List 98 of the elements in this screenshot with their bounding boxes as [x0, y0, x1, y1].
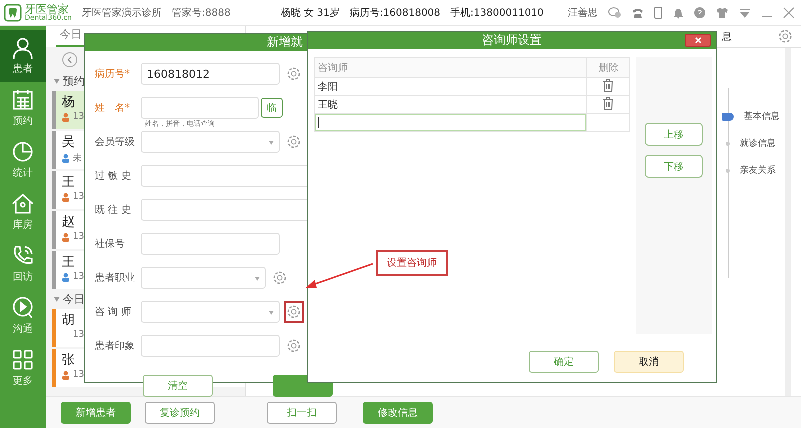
caret-icon [269, 311, 274, 315]
field-label: 咨 询 师 [95, 307, 132, 318]
patient-phone: 13 [73, 192, 84, 202]
bell-icon[interactable] [673, 6, 684, 18]
nav-item[interactable]: 回访 [0, 238, 46, 290]
field-label: 患者印象 [95, 341, 135, 352]
action-button[interactable]: 扫一扫 [267, 402, 337, 424]
tab[interactable]: 息 [722, 30, 732, 44]
phone-number: 手机:13800011010 [450, 6, 544, 20]
logo-name: 牙医管家 [25, 4, 69, 14]
field-label: 病历号* [95, 69, 130, 80]
patient-phone: 13 [73, 330, 84, 340]
step-item[interactable]: 就诊信息 [720, 137, 785, 150]
column-header: 删除 [586, 58, 630, 78]
input-field[interactable] [141, 267, 266, 289]
pie-chart-icon [11, 140, 35, 164]
patient-name: 赵 [62, 214, 76, 231]
nav-item[interactable]: 更多 [0, 342, 46, 394]
house-icon [11, 192, 35, 216]
caret-icon [255, 277, 260, 281]
trash-icon[interactable] [602, 96, 614, 110]
dropdown-icon[interactable] [739, 6, 751, 18]
table-cell[interactable]: 李阳 [314, 78, 586, 96]
close-icon[interactable] [783, 6, 795, 18]
patient-name: 张 [62, 352, 76, 369]
patient-summary: 杨晓 女 31岁 [280, 6, 340, 20]
settings-icon[interactable] [287, 339, 301, 353]
input-field[interactable] [315, 114, 586, 131]
nav-item[interactable]: 患者 [0, 30, 46, 82]
user-name[interactable]: 汪善思 [568, 6, 598, 20]
temp-button[interactable]: 临 [261, 98, 283, 118]
settings-icon[interactable] [287, 305, 301, 319]
patient-name: 胡 [62, 312, 76, 329]
ok-button[interactable]: 确定 [529, 351, 599, 373]
record-number: 病历号:160818008 [350, 6, 441, 20]
account-number: 管家号:8888 [172, 6, 231, 20]
action-button[interactable]: 新增患者 [61, 402, 131, 424]
input-field[interactable] [141, 335, 280, 357]
action-button[interactable]: 修改信息 [363, 402, 433, 424]
mobile-icon[interactable] [654, 6, 663, 18]
settings-icon[interactable] [287, 135, 301, 149]
patient-name: 杨 [62, 94, 76, 111]
group-header[interactable]: 预约 [63, 74, 85, 88]
person-icon [11, 36, 35, 60]
input-field[interactable]: 160818012 [141, 63, 280, 85]
close-icon [694, 37, 702, 44]
input-field[interactable] [141, 233, 280, 255]
clinic-name: 牙医管家演示诊所 [82, 6, 162, 20]
patient-phone: 13 [73, 112, 84, 122]
action-button[interactable]: 复诊预约 [145, 402, 215, 424]
patient-name: 王 [62, 174, 76, 191]
shirt-icon[interactable] [716, 6, 729, 18]
field-label: 社保号 [95, 239, 125, 250]
field-label: 姓 名* [95, 103, 130, 114]
field-label: 既 往 史 [95, 205, 132, 216]
nav-item[interactable]: 统计 [0, 134, 46, 186]
trash-icon[interactable] [602, 78, 614, 92]
patient-phone: 未 [73, 152, 82, 165]
input-field[interactable] [141, 301, 280, 323]
nav-item[interactable]: 预约 [0, 82, 46, 134]
patient-name: 吴 [62, 134, 76, 151]
patient-phone: 13 [73, 370, 84, 380]
clear-button[interactable]: 清空 [143, 375, 213, 397]
annotation-arrow [305, 263, 375, 291]
caret-icon [269, 141, 274, 145]
patient-phone: 13 [73, 232, 84, 242]
patient-name: 王 [62, 254, 76, 271]
patient-phone: 13 [73, 272, 84, 282]
settings-icon[interactable] [273, 271, 287, 285]
field-label: 过 敏 史 [95, 171, 132, 182]
move-down-button[interactable]: 下移 [645, 155, 703, 178]
nav-item[interactable]: 沟通 [0, 290, 46, 342]
field-label: 会员等级 [95, 137, 135, 148]
help-icon[interactable] [694, 6, 706, 18]
grid-icon [11, 348, 35, 372]
settings-icon[interactable] [287, 67, 301, 81]
input-field[interactable] [141, 131, 280, 153]
annotation-label: 设置咨询师 [376, 250, 448, 276]
settings-icon[interactable] [778, 29, 793, 44]
step-item[interactable]: 亲友关系 [720, 164, 785, 177]
nav-item[interactable]: 库房 [0, 186, 46, 238]
move-up-button[interactable]: 上移 [645, 123, 703, 146]
collapse-icon[interactable] [54, 78, 60, 84]
group-header[interactable]: 今日 [63, 292, 85, 306]
back-icon[interactable] [62, 52, 78, 68]
chat-icon[interactable] [608, 6, 622, 18]
cancel-button[interactable]: 取消 [614, 351, 684, 373]
column-header: 咨询师 [314, 58, 586, 78]
input-field[interactable] [141, 97, 259, 119]
tooth-logo-icon [4, 4, 22, 22]
step-item[interactable]: 基本信息 [720, 110, 785, 123]
field-label: 患者职业 [95, 273, 135, 284]
calendar-icon [11, 88, 35, 112]
table-cell[interactable]: 王晓 [314, 96, 586, 114]
telephone-icon[interactable] [632, 6, 644, 18]
play-icon [11, 296, 35, 320]
collapse-icon[interactable] [54, 296, 60, 302]
close-button[interactable] [685, 34, 711, 47]
